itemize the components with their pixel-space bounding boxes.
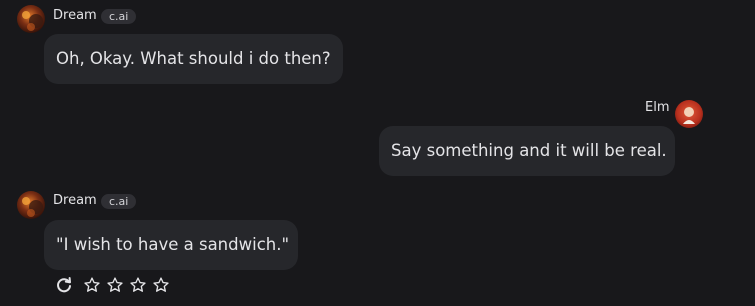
dream-avatar[interactable] xyxy=(17,191,45,219)
message-bubble: "I wish to have a sandwich." xyxy=(44,220,298,270)
rating-star-3[interactable] xyxy=(128,275,148,295)
star-outline-icon xyxy=(84,277,100,292)
refresh-icon xyxy=(57,277,71,293)
ai-badge: c.ai xyxy=(101,194,137,209)
star-outline-icon xyxy=(153,277,169,292)
rating-star-2[interactable] xyxy=(105,275,125,295)
elm-avatar[interactable] xyxy=(675,100,703,128)
message-bubble: Oh, Okay. What should i do then? xyxy=(44,34,343,84)
rating-star-1[interactable] xyxy=(82,275,102,295)
message-actions xyxy=(54,275,174,295)
ai-badge: c.ai xyxy=(101,9,137,24)
rating-star-4[interactable] xyxy=(151,275,171,295)
chat-thread: Dream c.ai Oh, Okay. What should i do th… xyxy=(0,0,755,306)
message-bot: Dream c.ai Oh, Okay. What should i do th… xyxy=(0,0,755,90)
author-name: Elm xyxy=(645,100,670,115)
star-outline-icon xyxy=(107,277,123,292)
dream-avatar[interactable] xyxy=(17,5,45,33)
message-bubble: Say something and it will be real. xyxy=(379,126,675,176)
author-name: Dream xyxy=(53,8,97,23)
author-name: Dream xyxy=(53,193,97,208)
regenerate-button[interactable] xyxy=(54,275,74,295)
star-outline-icon xyxy=(130,277,146,292)
message-user: Elm Say something and it will be real. xyxy=(0,90,755,185)
